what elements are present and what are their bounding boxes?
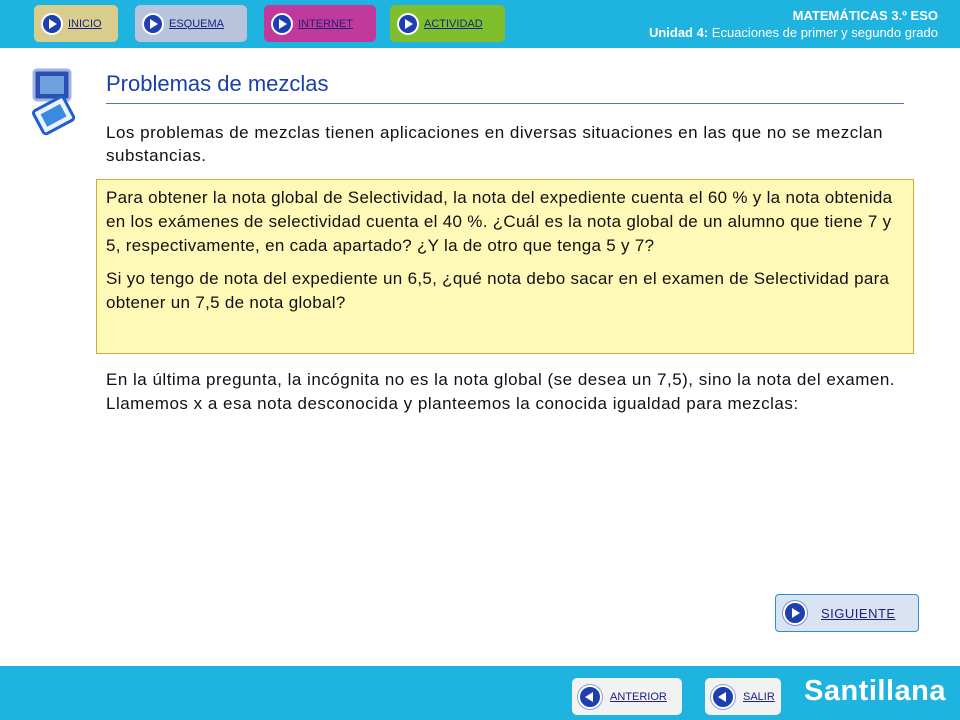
play-arrow-icon — [41, 12, 63, 35]
esquema-button[interactable]: ESQUEMA — [135, 5, 247, 42]
intro-text: Los problemas de mezclas tienen aplicaci… — [106, 123, 883, 165]
problem-box: Para obtener la nota global de Selectivi… — [96, 179, 914, 354]
actividad-label: ACTIVIDAD — [424, 17, 483, 30]
salir-label: SALIR — [743, 690, 775, 703]
anterior-button[interactable]: ANTERIOR — [572, 678, 682, 715]
play-arrow-icon — [783, 601, 807, 625]
unit-label: Unidad 4: — [648, 25, 709, 40]
problem-paragraph-2: Si yo tengo de nota del expediente un 6,… — [106, 269, 890, 312]
play-arrow-icon — [271, 12, 293, 35]
screen-document-icon — [30, 68, 80, 136]
play-arrow-icon — [397, 12, 419, 35]
subject-header: MATEMÁTICAS 3.º ESO Unidad 4: Ecuaciones… — [649, 7, 938, 41]
brand-logo: Santillana — [804, 675, 946, 707]
play-arrow-icon — [142, 12, 164, 35]
unit-title: Ecuaciones de primer y segundo grado — [711, 25, 938, 40]
back-arrow-icon — [578, 684, 602, 709]
page-title: Problemas de mezclas — [106, 71, 329, 96]
course-title: MATEMÁTICAS 3.º ESO — [792, 8, 938, 23]
salir-button[interactable]: SALIR — [705, 678, 781, 715]
inicio-button[interactable]: INICIO — [34, 5, 118, 42]
unit-line: Unidad 4: Ecuaciones de primer y segundo… — [649, 24, 938, 41]
internet-label: INTERNET — [298, 17, 353, 30]
esquema-label: ESQUEMA — [169, 17, 225, 30]
problem-paragraph-1: Para obtener la nota global de Selectivi… — [106, 188, 893, 255]
anterior-label: ANTERIOR — [610, 690, 667, 703]
explanation-text: En la última pregunta, la incógnita no e… — [106, 370, 896, 413]
actividad-button[interactable]: ACTIVIDAD — [390, 5, 505, 42]
internet-button[interactable]: INTERNET — [264, 5, 376, 42]
siguiente-button[interactable]: SIGUIENTE — [775, 594, 919, 632]
back-arrow-icon — [711, 684, 735, 709]
title-divider — [106, 103, 904, 104]
siguiente-label: SIGUIENTE — [821, 605, 896, 621]
inicio-label: INICIO — [68, 17, 102, 30]
